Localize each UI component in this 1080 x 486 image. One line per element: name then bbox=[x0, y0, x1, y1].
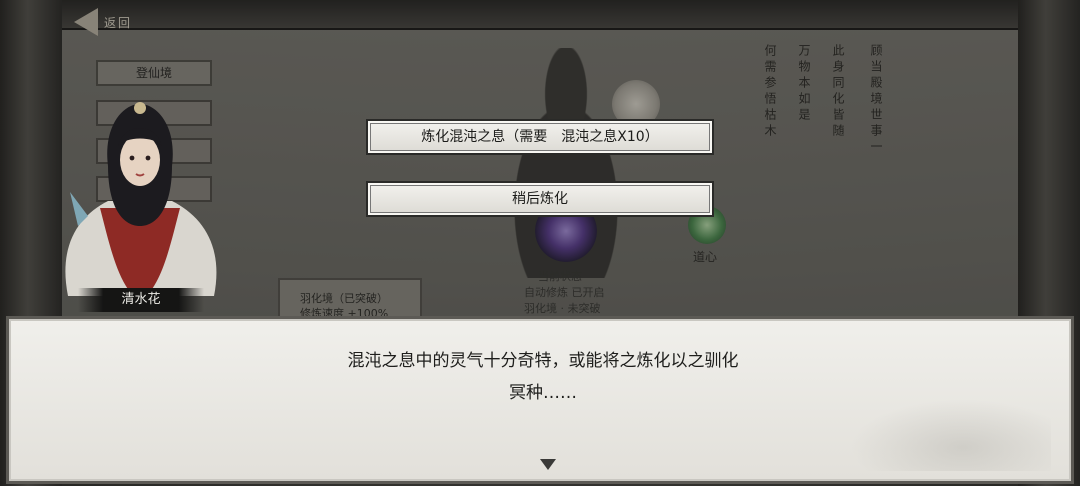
refine-later-button[interactable]: 稍后炼化 bbox=[366, 181, 714, 217]
dialogue-box[interactable]: 混沌之息中的灵气十分奇特，或能将之炼化以之驯化 冥种…… bbox=[6, 316, 1074, 484]
game-scene: 返回 登仙境 道心 当前状态 自动修炼 已开启 羽化境 · 未突破 顾当殿境世事… bbox=[0, 0, 1080, 486]
speaker-name: 清水花 bbox=[78, 288, 204, 312]
dialogue-line: 冥种…… bbox=[509, 383, 577, 403]
character-portrait bbox=[65, 102, 217, 302]
dialogue-text: 混沌之息中的灵气十分奇特，或能将之炼化以之驯化 冥种…… bbox=[9, 345, 1077, 409]
refine-chaos-breath-button[interactable]: 炼化混沌之息（需要 混沌之息X10） bbox=[366, 119, 714, 155]
dialogue-line: 混沌之息中的灵气十分奇特，或能将之炼化以之驯化 bbox=[347, 351, 739, 371]
continue-arrow-icon[interactable] bbox=[540, 459, 556, 470]
